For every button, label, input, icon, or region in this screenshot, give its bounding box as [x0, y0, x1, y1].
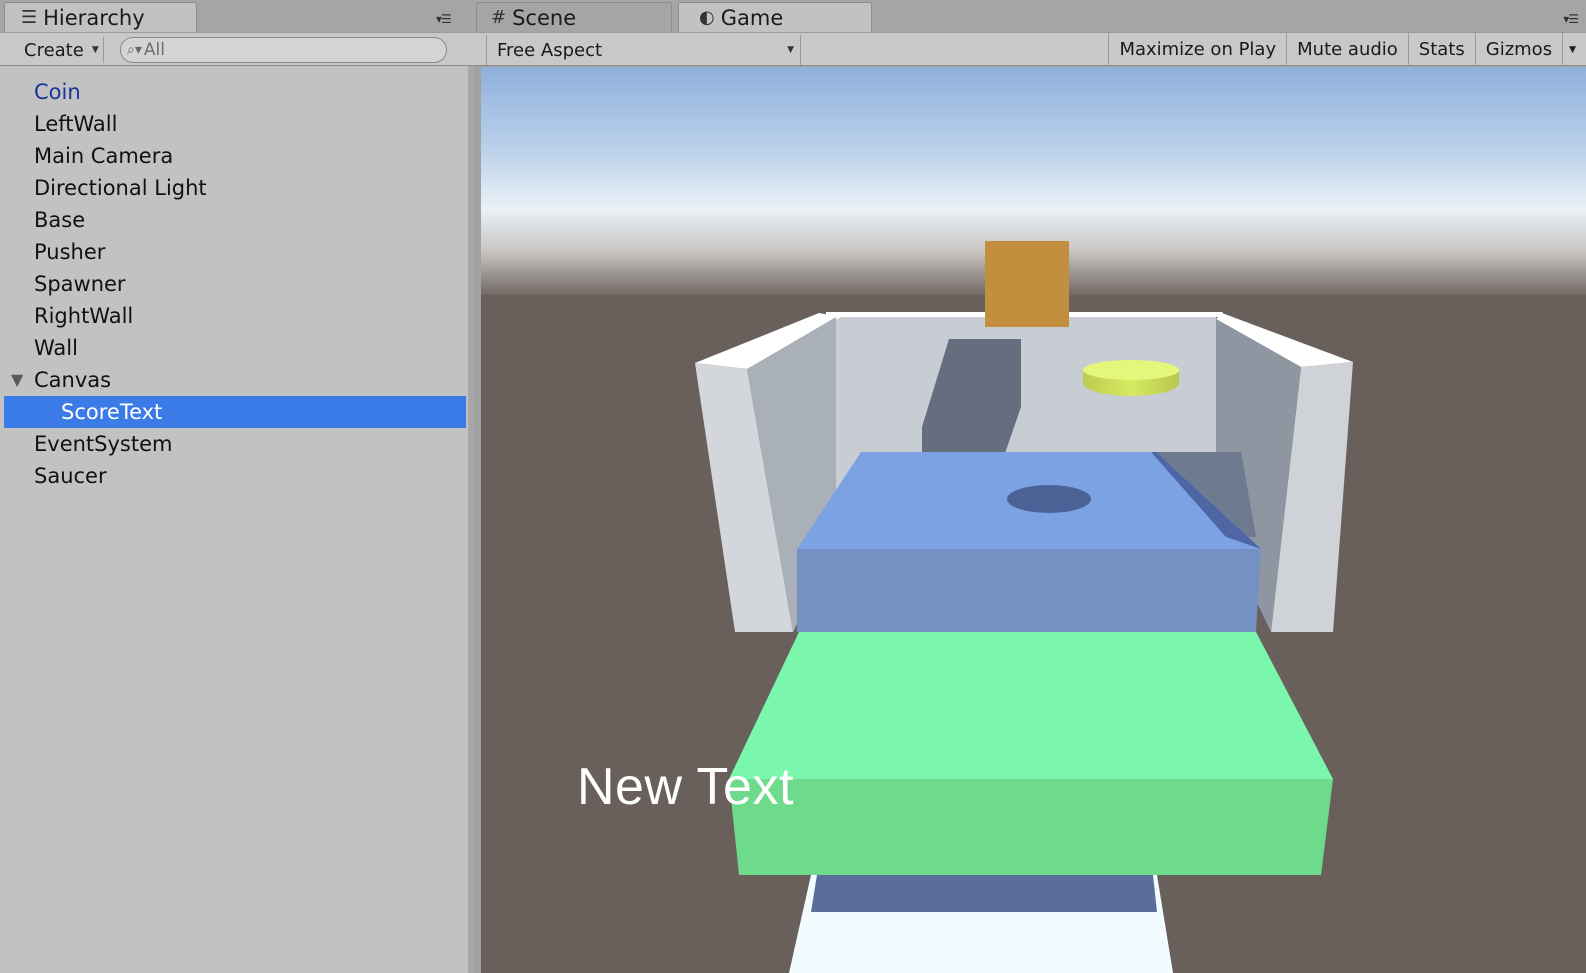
create-button-label: Create	[24, 39, 84, 61]
hierarchy-item-label: Pusher	[34, 240, 106, 264]
hierarchy-item-eventsystem[interactable]: EventSystem	[0, 428, 468, 460]
game-scene-render	[481, 67, 1586, 973]
pacman-icon: ◐	[699, 7, 715, 28]
search-icon: ⌕▾	[127, 42, 142, 58]
mute-audio-toggle[interactable]: Mute audio	[1286, 33, 1408, 66]
dropdown-arrow-icon: ▼	[91, 45, 99, 55]
base-top	[729, 632, 1333, 779]
hierarchy-item-label: Coin	[34, 80, 81, 104]
game-toolbar: Free Aspect ▼ Maximize on Play Mute audi…	[474, 32, 1586, 66]
tab-hierarchy[interactable]: ☰ Hierarchy	[4, 2, 197, 32]
hierarchy-item-label: Base	[34, 208, 86, 232]
aspect-dropdown-label: Free Aspect	[497, 39, 603, 61]
gizmos-dropdown-arrow-icon[interactable]: ▼	[1562, 33, 1586, 66]
base-front	[729, 779, 1333, 875]
hierarchy-item-wall[interactable]: Wall	[0, 332, 468, 364]
search-input[interactable]	[143, 40, 424, 60]
mute-label: Mute audio	[1297, 39, 1398, 60]
score-text: New Text	[577, 758, 794, 816]
hierarchy-item-directional-light[interactable]: Directional Light	[0, 172, 468, 204]
hierarchy-item-base[interactable]: Base	[0, 204, 468, 236]
hierarchy-search[interactable]: ⌕▾	[120, 37, 447, 63]
game-viewport[interactable]: New Text	[481, 67, 1586, 973]
hierarchy-item-label: Saucer	[34, 464, 107, 488]
falling-box	[985, 241, 1069, 327]
maximize-on-play-toggle[interactable]: Maximize on Play	[1108, 33, 1286, 66]
aspect-dropdown[interactable]: Free Aspect ▼	[486, 35, 801, 65]
hierarchy-list-panel: Coin LeftWall Main Camera Directional Li…	[0, 66, 474, 973]
dropdown-arrow-icon: ▼	[787, 45, 794, 55]
stats-label: Stats	[1418, 39, 1465, 60]
hierarchy-item-label: EventSystem	[34, 432, 173, 456]
hierarchy-list: Coin LeftWall Main Camera Directional Li…	[0, 66, 468, 492]
tab-game-label: Game	[720, 5, 784, 30]
hierarchy-item-scoretext[interactable]: ScoreText	[4, 396, 466, 428]
list-icon: ☰	[21, 7, 38, 28]
tab-hierarchy-label: Hierarchy	[43, 5, 145, 30]
hierarchy-item-saucer[interactable]: Saucer	[0, 460, 468, 492]
maximize-label: Maximize on Play	[1119, 39, 1277, 60]
hash-icon: #	[491, 7, 507, 28]
game-tabbar: # Scene ◐ Game ▾☰	[474, 0, 1586, 32]
hierarchy-item-spawner[interactable]: Spawner	[0, 268, 468, 300]
hierarchy-item-label: RightWall	[34, 304, 134, 328]
hierarchy-item-canvas[interactable]: ▼ Canvas	[0, 364, 468, 396]
hierarchy-item-main-camera[interactable]: Main Camera	[0, 140, 468, 172]
hierarchy-item-label: Directional Light	[34, 176, 207, 200]
coin-top	[1083, 360, 1179, 380]
tab-scene[interactable]: # Scene	[476, 2, 672, 32]
stats-toggle[interactable]: Stats	[1407, 33, 1475, 66]
hierarchy-item-label: LeftWall	[34, 112, 118, 136]
hierarchy-tabbar: ☰ Hierarchy ▾☰	[0, 0, 474, 32]
hierarchy-item-label: Spawner	[34, 272, 126, 296]
game-toolbar-buttons: Maximize on Play Mute audio Stats Gizmos…	[1108, 33, 1586, 67]
gizmos-toggle[interactable]: Gizmos	[1474, 33, 1562, 66]
hierarchy-item-label: Wall	[34, 336, 78, 360]
tab-game[interactable]: ◐ Game	[678, 2, 872, 32]
hierarchy-item-leftwall[interactable]: LeftWall	[0, 108, 468, 140]
panel-menu-icon[interactable]: ▾☰	[1563, 12, 1579, 26]
create-button[interactable]: Create ▼	[12, 37, 104, 63]
hierarchy-item-pusher[interactable]: Pusher	[0, 236, 468, 268]
hierarchy-item-label: Main Camera	[34, 144, 174, 168]
expand-triangle-icon[interactable]: ▼	[11, 364, 23, 396]
pusher-front	[797, 549, 1261, 632]
hierarchy-toolbar: Create ▼ ⌕▾	[0, 32, 474, 66]
lower-shadow	[811, 875, 1157, 912]
hierarchy-item-label: Canvas	[34, 368, 112, 392]
gizmos-label: Gizmos	[1485, 39, 1553, 60]
hierarchy-item-label: ScoreText	[61, 400, 163, 424]
tab-scene-label: Scene	[512, 5, 577, 30]
hierarchy-item-coin[interactable]: Coin	[0, 76, 468, 108]
pusher-hole	[1007, 485, 1091, 513]
hierarchy-item-rightwall[interactable]: RightWall	[0, 300, 468, 332]
panel-menu-icon[interactable]: ▾☰	[436, 12, 452, 26]
